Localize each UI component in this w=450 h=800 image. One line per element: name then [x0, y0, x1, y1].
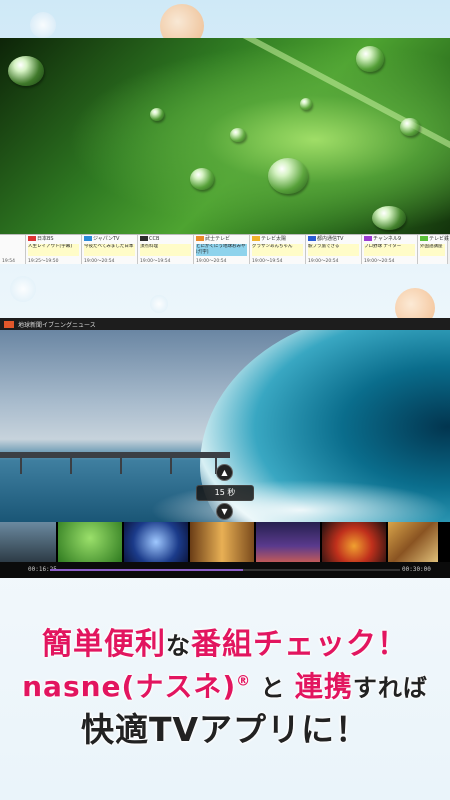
channel-logo-icon: [140, 236, 148, 241]
program-title: 頂点料理: [140, 244, 191, 256]
epg-cell[interactable]: 19:54: [0, 235, 26, 264]
channel-name: 日本BS: [28, 236, 54, 243]
epg-screenshot: 19:54 日本BS 人生レイアウト[字幕] 19:25～19:50 ジャパンT…: [0, 38, 450, 264]
caption-text: な: [166, 632, 191, 660]
thumbnail-forest[interactable]: [190, 522, 254, 562]
seek-interval-label: 15 秒: [196, 485, 254, 501]
epg-cell[interactable]: ジャパンTV 今夜たべてみました日本 19:00～20:54: [82, 235, 138, 264]
channel-name: 武士テレビ: [196, 236, 230, 243]
water-drop: [190, 168, 214, 190]
epg-time: 19:00～20:54: [196, 259, 227, 264]
water-drop: [300, 98, 312, 110]
channel-logo-icon: [420, 236, 428, 241]
thumbnail-whale[interactable]: [0, 522, 56, 562]
program-title: プロ野球 ナイター: [364, 244, 415, 256]
epg-time: 19:25～19:50: [28, 259, 59, 264]
program-title: 駅ブラ旅できる: [308, 244, 359, 256]
caption-text: nasne(ナスネ): [22, 669, 237, 703]
channel-name: ジャパンTV: [84, 236, 119, 243]
epg-cell[interactable]: テレビ太陽 グラサンあんちゃん 19:00～19:54: [250, 235, 306, 264]
epg-cell[interactable]: CCB 頂点料理 19:00～19:54: [138, 235, 194, 264]
water-drop: [400, 118, 420, 136]
channel-name: テレビ鉄: [420, 236, 449, 243]
channel-name: テレビ太陽: [252, 236, 286, 243]
channel-name: 都内通信TV: [308, 236, 343, 243]
caption-line-2: nasne(ナスネ)® と 連携すれば: [0, 669, 450, 703]
channel-logo-icon: [84, 236, 92, 241]
program-title: 今夜たべてみました日本: [84, 244, 135, 256]
thumbnail-flower[interactable]: [124, 522, 188, 562]
channel-name: CCB: [140, 236, 159, 243]
caption-line-1: 簡単便利な番組チェック！: [0, 627, 450, 663]
player-title-bar: 地球新聞イブニングニュース: [0, 318, 450, 330]
leaf-photo: [0, 38, 450, 264]
water-drop: [8, 56, 44, 86]
epg-cell[interactable]: 武士テレビ とにかくにう地球おみやげ[字] 19:00～20:54: [194, 235, 250, 264]
thumbnail-zebra[interactable]: [388, 522, 438, 562]
channel-logo-icon: [364, 236, 372, 241]
channel-logo-icon: [252, 236, 260, 241]
pier-leg: [70, 458, 72, 474]
program-title: 人生レイアウト[字幕]: [28, 244, 79, 256]
decorative-bubble: [30, 12, 56, 38]
water-drop: [372, 206, 406, 230]
channel-name: チャンネル9: [364, 236, 401, 243]
program-title: グラサンあんちゃん: [252, 244, 303, 256]
water-drop: [230, 128, 246, 142]
water-drop: [268, 158, 308, 194]
program-title: 地球新聞イブニングニュース: [18, 321, 96, 329]
epg-time: 19:00～19:54: [140, 259, 171, 264]
epg-cell[interactable]: 都内通信TV 駅ブラ旅できる 19:00～20:54: [306, 235, 362, 264]
caption-text: と: [260, 673, 286, 702]
caption-line-3: 快適TVアプリに！: [80, 709, 370, 749]
caption-text: 連携: [294, 669, 353, 703]
epg-cell[interactable]: 日本BS 人生レイアウト[字幕] 19:25～19:50: [26, 235, 82, 264]
water-drop: [150, 108, 164, 121]
decorative-bubble: [150, 295, 168, 313]
promo-caption: 簡単便利な番組チェック！ nasne(ナスネ)® と 連携すれば 快適TVアプリ…: [0, 627, 450, 749]
channel-logo-icon: [28, 236, 36, 241]
chevron-up-icon: ▲: [221, 468, 228, 477]
thumbnail-leaf[interactable]: [58, 522, 122, 562]
epg-time: 19:00～20:54: [84, 259, 115, 264]
epg-time: 19:00～19:54: [252, 259, 283, 264]
pier-leg: [170, 458, 172, 474]
epg-time: 19:54: [2, 259, 15, 264]
progress-fill: [50, 569, 243, 571]
pier: [0, 452, 230, 458]
epg-time: 19:00～20:54: [308, 259, 339, 264]
total-time: 00:30:00: [402, 566, 431, 573]
epg-cell[interactable]: テレビ鉄 外国語講座: [418, 235, 449, 264]
program-title: 外国語講座: [420, 244, 445, 256]
decorative-bubble: [10, 276, 36, 302]
thumbnail-fruit[interactable]: [322, 522, 386, 562]
epg-cell[interactable]: チャンネル9 プロ野球 ナイター 19:00～20:54: [362, 235, 418, 264]
channel-logo-icon: [308, 236, 316, 241]
pier-leg: [120, 458, 122, 474]
program-title: とにかくにう地球おみやげ[字]: [196, 244, 247, 256]
epg-time: 19:00～20:54: [364, 259, 395, 264]
program-guide-strip: 19:54 日本BS 人生レイアウト[字幕] 19:25～19:50 ジャパンT…: [0, 234, 450, 264]
water-drop: [356, 46, 384, 72]
progress-track[interactable]: [50, 569, 400, 571]
thumbnail-airplane[interactable]: [256, 522, 320, 562]
caption-text: 簡単便利: [42, 627, 166, 662]
channel-logo-icon: [4, 320, 14, 328]
playback-timeline[interactable]: 00:16:25 00:30:00: [0, 562, 450, 578]
caption-text: 番組チェック！: [191, 627, 408, 662]
channel-logo-icon: [196, 236, 204, 241]
scene-thumbnail-strip: [0, 522, 450, 562]
pier-leg: [20, 458, 22, 474]
skip-forward-up-button[interactable]: ▲: [216, 464, 233, 481]
chevron-down-icon: ▼: [221, 507, 228, 516]
caption-text: すれば: [352, 673, 428, 702]
skip-back-down-button[interactable]: ▼: [216, 503, 233, 520]
registered-mark: ®: [236, 673, 252, 690]
